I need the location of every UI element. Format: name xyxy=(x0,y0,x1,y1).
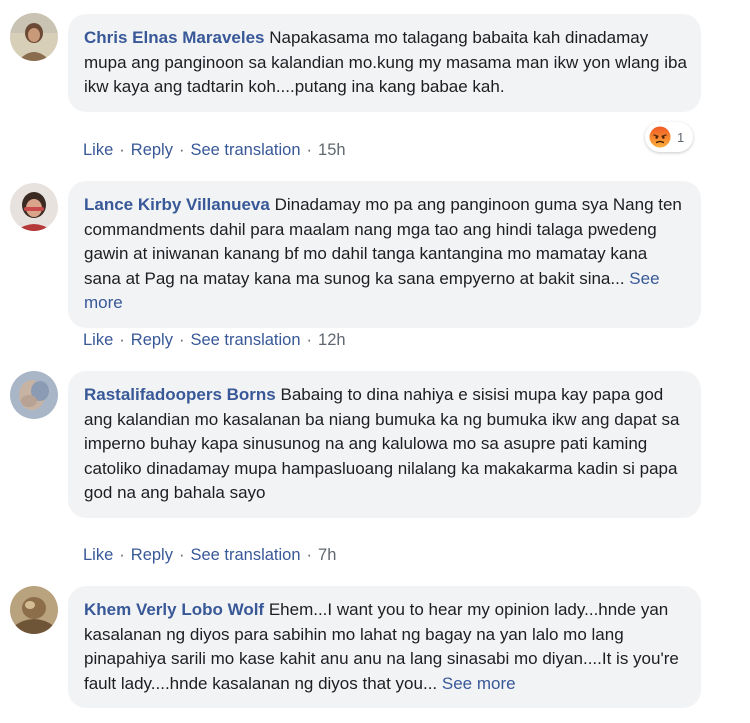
comment-bubble: Rastalifadoopers Borns Babaing to dina n… xyxy=(68,371,701,518)
comment-actions: Like · Reply · See translation · 15h xyxy=(83,141,346,160)
reaction-count-label: 1 xyxy=(677,129,685,145)
like-link[interactable]: Like xyxy=(83,331,113,349)
comment-actions: Like · Reply · See translation · 7h xyxy=(83,546,336,565)
reaction-count[interactable]: 1 xyxy=(645,122,694,152)
like-link[interactable]: Like xyxy=(83,546,113,564)
separator: · xyxy=(178,141,185,159)
separator: · xyxy=(178,331,185,349)
separator: · xyxy=(119,331,125,349)
see-translation-link[interactable]: See translation xyxy=(190,141,300,159)
separator: · xyxy=(119,141,125,159)
see-more-link[interactable]: See more xyxy=(442,674,516,693)
comment-bubble: Khem Verly Lobo Wolf Ehem...I want you t… xyxy=(68,586,701,708)
see-translation-link[interactable]: See translation xyxy=(190,331,300,349)
avatar[interactable] xyxy=(10,183,58,231)
comment-timestamp[interactable]: 7h xyxy=(318,546,336,564)
comment-author[interactable]: Chris Elnas Maraveles xyxy=(84,28,264,47)
comment-timestamp[interactable]: 12h xyxy=(318,331,346,349)
comment-bubble: Chris Elnas Maraveles Napakasama mo tala… xyxy=(68,14,701,112)
avatar[interactable] xyxy=(10,13,58,61)
like-link[interactable]: Like xyxy=(83,141,113,159)
separator: · xyxy=(306,141,313,159)
comment-author[interactable]: Lance Kirby Villanueva xyxy=(84,195,270,214)
angry-reaction-icon xyxy=(649,126,671,148)
reply-link[interactable]: Reply xyxy=(131,141,173,159)
comment-author[interactable]: Rastalifadoopers Borns xyxy=(84,385,276,404)
comment-timestamp[interactable]: 15h xyxy=(318,141,346,159)
separator: · xyxy=(306,331,313,349)
avatar[interactable] xyxy=(10,371,58,419)
comment-actions: Like · Reply · See translation · 12h xyxy=(83,331,346,350)
avatar[interactable] xyxy=(10,586,58,634)
reply-link[interactable]: Reply xyxy=(131,546,173,564)
reply-link[interactable]: Reply xyxy=(131,331,173,349)
separator: · xyxy=(306,546,313,564)
comment-author[interactable]: Khem Verly Lobo Wolf xyxy=(84,600,264,619)
separator: · xyxy=(178,546,185,564)
see-translation-link[interactable]: See translation xyxy=(190,546,300,564)
separator: · xyxy=(119,546,125,564)
comment-bubble: Lance Kirby Villanueva Dinadamay mo pa a… xyxy=(68,181,701,328)
